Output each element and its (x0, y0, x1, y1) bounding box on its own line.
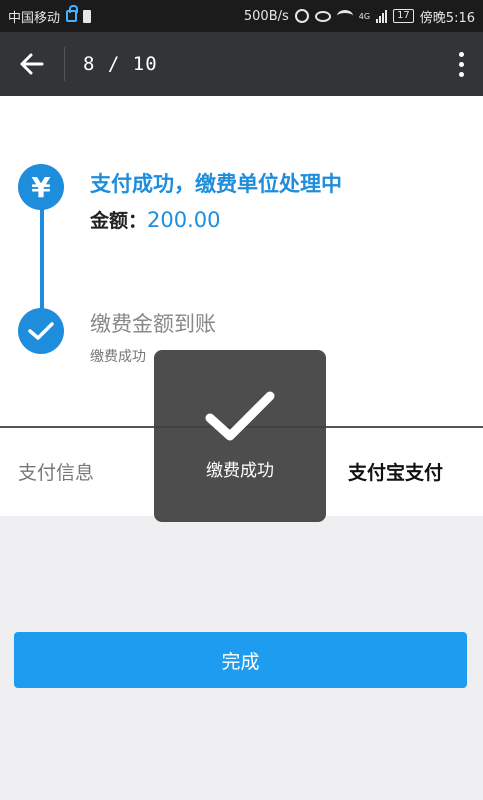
back-button[interactable] (0, 32, 64, 96)
amount-label: 金额： (90, 210, 148, 232)
more-dot-icon (458, 61, 464, 67)
step1-title: 支付成功，缴费单位处理中 (90, 172, 342, 196)
check-circle-icon (18, 308, 64, 354)
network-type: 4G (358, 11, 371, 21)
alarm-icon (294, 9, 309, 23)
app-bar-divider (64, 47, 65, 81)
sim-icon (83, 9, 92, 23)
clock: 傍晚5:16 (419, 10, 475, 26)
done-button[interactable]: 完成 (14, 632, 467, 688)
step2-subtitle: 缴费成功 (90, 349, 146, 365)
signal-icon (376, 9, 388, 23)
lock-icon (66, 5, 79, 22)
pay-info-label: 支付信息 (18, 462, 95, 484)
amount-row: 金额：200.00 (90, 206, 221, 233)
toast-text: 缴费成功 (206, 461, 274, 481)
app-bar: 8 / 10 (0, 32, 483, 96)
arrow-left-icon (20, 53, 44, 75)
amount-value: 200.00 (147, 208, 221, 232)
network-speed: 500B/s (243, 8, 289, 24)
success-toast: 缴费成功 (154, 350, 326, 522)
more-menu-button[interactable] (439, 32, 483, 96)
battery-icon: 17 (393, 9, 414, 23)
yen-icon: ¥ (18, 164, 64, 210)
step2-title: 缴费金额到账 (90, 312, 216, 336)
eye-icon (314, 10, 331, 22)
wifi-icon (336, 10, 353, 22)
carrier-name: 中国移动 (8, 10, 61, 26)
more-dot-icon (458, 51, 464, 57)
status-bar: 中国移动 500B/s 4G 17 傍晚5:16 (0, 0, 483, 32)
page-counter: 8 / 10 (83, 53, 158, 75)
more-dot-icon (458, 71, 464, 77)
pay-method-value: 支付宝支付 (347, 462, 443, 484)
checkmark-icon (205, 391, 275, 441)
